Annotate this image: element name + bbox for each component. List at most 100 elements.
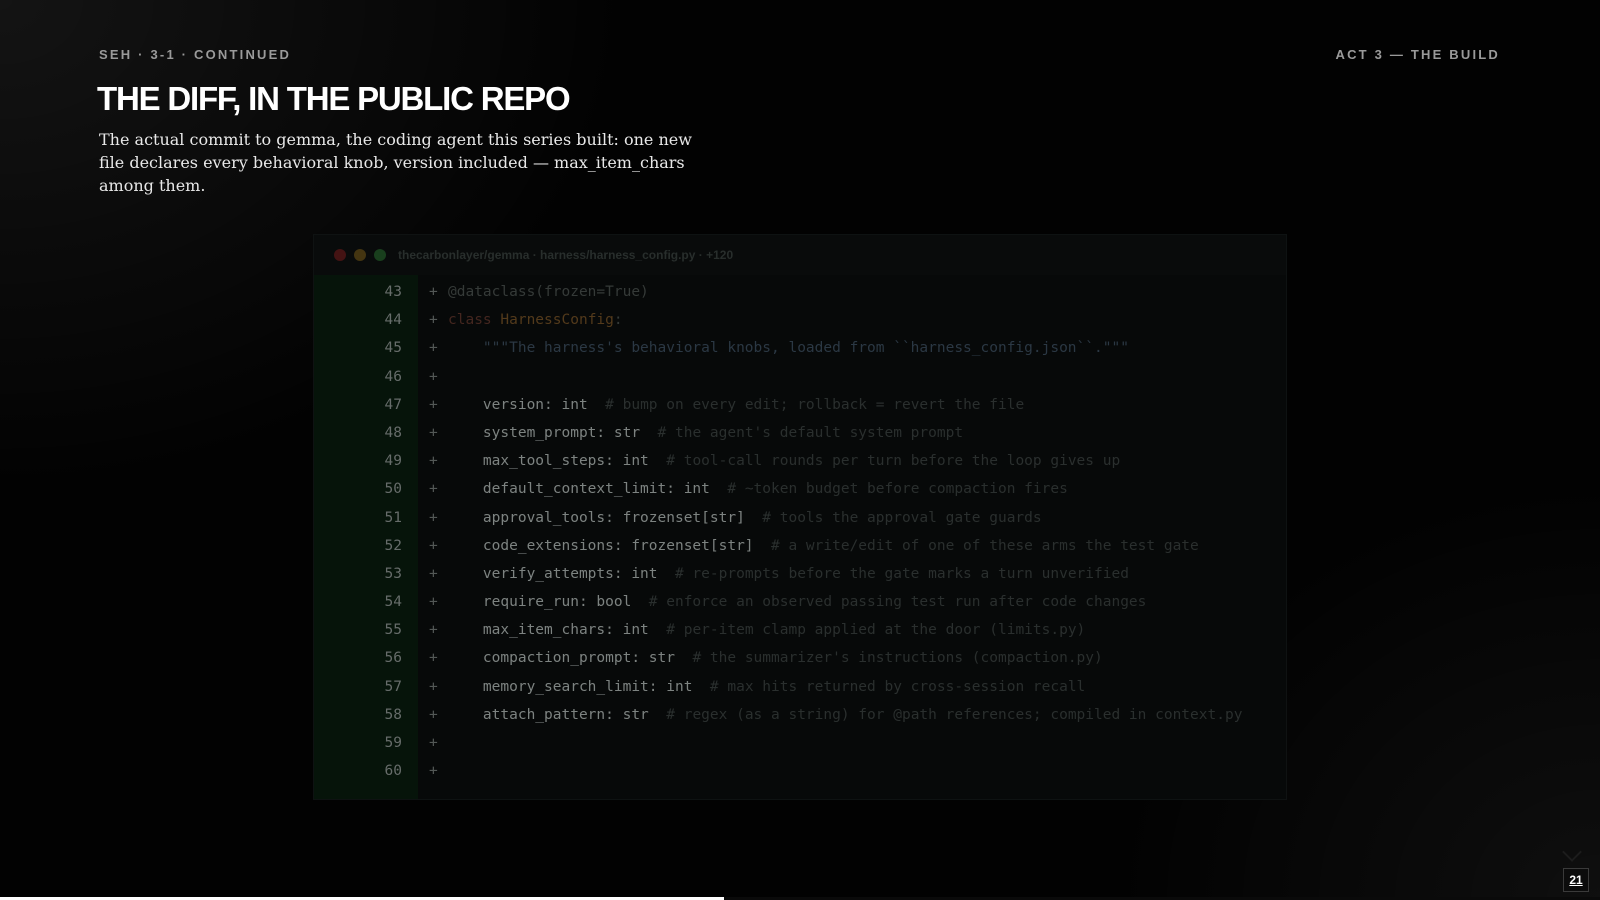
code-token: max_tool_steps: int [448,453,649,470]
code-text: @dataclass(frozen=True) [448,278,649,306]
minimize-dot-icon [354,249,366,261]
code-window-title: thecarbonlayer/gemma · harness/harness_c… [398,248,734,262]
page-number[interactable]: 21 [1563,868,1589,892]
code-token: compaction_prompt: str [448,650,675,667]
diff-line: 45 + """The harness's behavioral knobs, l… [314,334,1286,362]
code-token: verify_attempts: int [448,565,658,582]
act-label: ACT 3 — THE BUILD [1335,47,1500,62]
diff-line: 49 + max_tool_steps: int # tool-call roun… [314,447,1286,475]
diff-added-marker: + [429,763,438,780]
code-text: system_prompt: str # the agent's default… [448,419,963,447]
diff-added-marker: + [429,396,438,413]
line-number: 53 [384,565,402,582]
diff-line: 59 + [314,729,1286,757]
code-token: attach_pattern: str [448,706,649,723]
diff-lines: 43 + @dataclass(frozen=True) 44 + class Harne… [314,278,1286,785]
diff-added-marker: + [429,312,438,329]
maximize-dot-icon [374,249,386,261]
code-token: # a write/edit of one of these arms the … [753,537,1199,554]
code-token: version: int [448,396,588,413]
diff-line: 54 + require_run: bool # enforce an obser… [314,588,1286,616]
diff-added-marker: + [429,537,438,554]
diff-line: 43 + @dataclass(frozen=True) [314,278,1286,306]
code-text: max_tool_steps: int # tool-call rounds p… [448,447,1120,475]
code-token: # per-item clamp applied at the door (li… [648,622,1086,639]
line-number: 43 [384,284,402,300]
diff-line: 56 + compaction_prompt: str # the summari… [314,644,1286,672]
section-label: SEH · 3-1 · CONTINUED [99,47,292,62]
diff-line: 47 + version: int # bump on every edit; r… [314,391,1286,419]
code-token: # tool-call rounds per turn before the l… [648,453,1121,470]
code-text: code_extensions: frozenset[str] # a writ… [448,532,1199,560]
diff-added-marker: + [429,368,438,385]
diff-added-marker: + [429,565,438,582]
line-number: 51 [384,509,402,526]
code-text: require_run: bool # enforce an observed … [448,588,1146,616]
code-text: attach_pattern: str # regex (as a string… [448,701,1243,729]
code-text: approval_tools: frozenset[str] # tools t… [448,504,1042,532]
code-token: code_extensions: frozenset[str] [448,537,754,554]
code-token: # bump on every edit; rollback = revert … [587,396,1025,413]
diff-added-marker: + [429,424,438,441]
code-window: thecarbonlayer/gemma · harness/harness_c… [313,234,1287,800]
code-token: # regex (as a string) for @path referenc… [648,706,1243,723]
diff-line: 50 + default_context_limit: int # ~token … [314,475,1286,503]
diff-added-marker: + [429,481,438,498]
code-token: # ~token budget before compaction fires [709,481,1068,498]
code-token: : [613,312,623,329]
line-number: 47 [384,396,402,413]
diff-line: 44 + class HarnessConfig: [314,306,1286,334]
diff-line: 51 + approval_tools: frozenset[str] # too… [314,504,1286,532]
code-text: compaction_prompt: str # the summarizer'… [448,644,1103,672]
code-token: """The harness's behavioral knobs, loade… [448,340,1129,357]
code-text: version: int # bump on every edit; rollb… [448,391,1024,419]
diff-line: 60 + [314,757,1286,785]
code-token: # enforce an observed passing test run a… [631,594,1147,611]
diff-line: 46 + [314,363,1286,391]
code-token: require_run: bool [448,594,632,611]
diff-added-marker: + [429,594,438,611]
line-number: 59 [384,735,402,751]
line-number: 45 [384,340,402,357]
diff-added-marker: + [429,453,438,470]
diff-line: 57 + memory_search_limit: int # max hits … [314,673,1286,701]
code-token: @dataclass(frozen=True) [448,284,649,300]
code-token: class [448,312,501,329]
line-number: 52 [384,537,402,554]
line-number: 58 [384,706,402,723]
diff-added-marker: + [429,735,438,751]
code-text: max_item_chars: int # per-item clamp app… [448,616,1085,644]
close-dot-icon [334,249,346,261]
diff-line: 48 + system_prompt: str # the agent's def… [314,419,1286,447]
code-token: HarnessConfig [500,312,614,329]
code-token: # tools the approval gate guards [744,509,1042,526]
code-window-titlebar: thecarbonlayer/gemma · harness/harness_c… [314,235,1286,275]
code-token: approval_tools: frozenset[str] [448,509,745,526]
code-token: system_prompt: str [448,424,641,441]
diff-line: 53 + verify_attempts: int # re-prompts be… [314,560,1286,588]
code-token: # the agent's default system prompt [640,424,964,441]
line-number: 60 [384,763,402,780]
code-text: """The harness's behavioral knobs, loade… [448,334,1129,362]
diff-line: 55 + max_item_chars: int # per-item clamp… [314,616,1286,644]
code-text: verify_attempts: int # re-prompts before… [448,560,1129,588]
code-token: default_context_limit: int [448,481,710,498]
line-number: 57 [384,678,402,695]
diff-added-marker: + [429,650,438,667]
code-token: # re-prompts before the gate marks a tur… [657,565,1129,582]
code-token: memory_search_limit: int [448,678,693,695]
line-number: 50 [384,481,402,498]
code-token: # the summarizer's instructions (compact… [674,650,1103,667]
line-number: 44 [384,312,402,329]
slide-title: THE DIFF, IN THE PUBLIC REPO [97,80,571,117]
diff-line: 52 + code_extensions: frozenset[str] # a … [314,532,1286,560]
code-token: max_item_chars: int [448,622,649,639]
diff-line: 58 + attach_pattern: str # regex (as a st… [314,701,1286,729]
line-number: 55 [384,622,402,639]
diff-added-marker: + [429,509,438,526]
line-number: 46 [384,368,402,385]
slide-subtitle: The actual commit to gemma, the coding a… [99,130,692,195]
code-text: default_context_limit: int # ~token budg… [448,475,1068,503]
diff-added-marker: + [429,706,438,723]
diff-added-marker: + [429,622,438,639]
